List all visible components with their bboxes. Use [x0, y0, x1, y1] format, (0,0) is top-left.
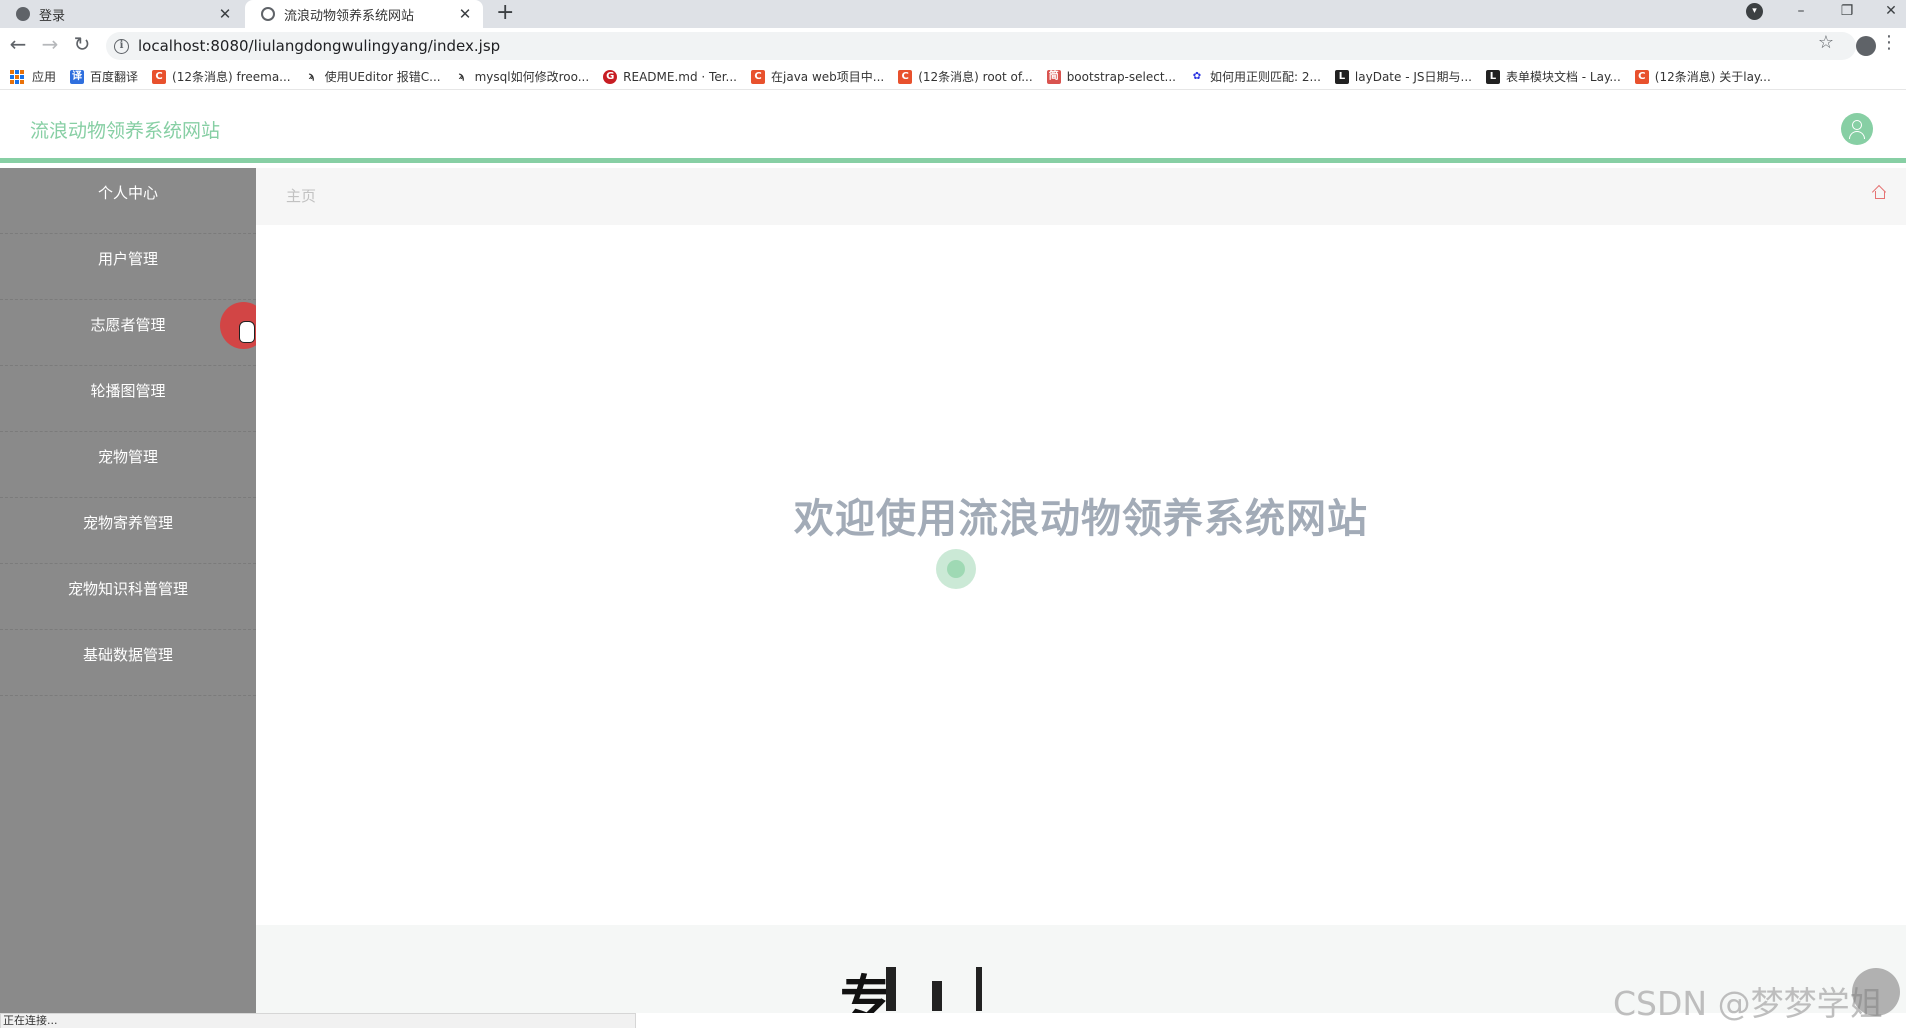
forward-icon[interactable]: →	[38, 32, 62, 56]
csdn-icon: C	[751, 69, 765, 84]
baidu-icon: ✿	[1189, 69, 1204, 84]
site-favicon-icon	[261, 7, 275, 21]
bookmark-label: 表单模块文档 - Lay...	[1505, 70, 1621, 84]
sidebar: 个人中心 用户管理 志愿者管理 轮播图管理 宠物管理 宠物寄养管理 宠物知识科普…	[0, 168, 256, 1013]
bookmark-label: 百度翻译	[90, 70, 139, 84]
floating-avatar-ball	[1852, 968, 1900, 1016]
footer-glyph-stroke	[976, 967, 982, 1011]
sidebar-item-carousel[interactable]: 轮播图管理	[0, 366, 256, 432]
bookmark-item[interactable]: ✿ 如何用正则匹配: 2...	[1189, 68, 1321, 85]
restore-icon[interactable]: ❐	[1832, 0, 1862, 28]
minimize-icon[interactable]: –	[1786, 0, 1816, 28]
info-icon[interactable]: i	[114, 38, 129, 54]
profile-icon[interactable]	[1856, 36, 1876, 56]
close-window-icon[interactable]: ✕	[1876, 0, 1906, 28]
tab-close-icon[interactable]: ✕	[217, 5, 233, 23]
url-text: localhost:8080/liulangdongwulingyang/ind…	[138, 37, 501, 55]
bookmark-item[interactable]: L layDate - JS日期与...	[1334, 68, 1472, 85]
bookmark-item[interactable]: L 表单模块文档 - Lay...	[1485, 68, 1621, 85]
tab-close-icon[interactable]: ✕	[457, 5, 473, 23]
breadcrumb-bar: 主页	[256, 168, 1906, 225]
bookmark-label: (12条消息) 关于lay...	[1654, 70, 1771, 84]
footer-glyph-stroke	[932, 981, 942, 1011]
reload-icon[interactable]: ↻	[70, 32, 94, 56]
bookmark-item[interactable]: 译 百度翻译	[70, 68, 138, 85]
bird-icon: ϡ	[304, 69, 319, 84]
tab-title: 流浪动物领养系统网站	[284, 8, 415, 24]
csdn-watermark: CSDN @梦梦学姐	[1613, 984, 1883, 1023]
globe-icon	[16, 7, 30, 21]
sidebar-item-pets[interactable]: 宠物管理	[0, 432, 256, 498]
bookmark-label: (12条消息) freema...	[172, 70, 291, 84]
bookmark-label: bootstrap-select...	[1066, 69, 1176, 84]
bookmark-item[interactable]: C (12条消息) 关于lay...	[1634, 68, 1771, 85]
sidebar-item-profile[interactable]: 个人中心	[0, 168, 256, 234]
new-tab-button[interactable]: +	[496, 0, 514, 28]
bookmark-item[interactable]: C (12条消息) freema...	[152, 68, 291, 85]
main-content: 主页 欢迎使用流浪动物领养系统网站 专	[256, 168, 1906, 1013]
layui-icon: L	[1334, 69, 1349, 84]
breadcrumb[interactable]: 主页	[286, 185, 316, 206]
footer-glyph-stroke	[886, 967, 896, 1011]
sidebar-item-pet-knowledge[interactable]: 宠物知识科普管理	[0, 564, 256, 630]
sidebar-item-volunteers[interactable]: 志愿者管理	[0, 300, 256, 366]
csdn-icon: C	[1634, 69, 1649, 84]
address-bar-row: ← → ↻ i localhost:8080/liulangdongwuling…	[0, 28, 1906, 64]
bookmark-label: mysql如何修改roo...	[474, 70, 590, 84]
browser-status-bar: 正在连接...	[0, 1013, 636, 1028]
bookmark-item[interactable]: G README.md · Ter...	[603, 69, 737, 84]
tab-site[interactable]: 流浪动物领养系统网站 ✕	[245, 0, 483, 28]
back-icon[interactable]: ←	[6, 32, 30, 56]
bookmarks-bar: 应用 译 百度翻译 C (12条消息) freema... ϡ 使用UEdito…	[0, 64, 1906, 90]
bookmark-label: 如何用正则匹配: 2...	[1209, 70, 1321, 84]
layui-icon: L	[1485, 69, 1500, 84]
hand-cursor-icon	[239, 321, 255, 343]
bookmark-label: README.md · Ter...	[623, 69, 737, 84]
bookmark-label: layDate - JS日期与...	[1354, 70, 1472, 84]
site-title: 流浪动物领养系统网站	[30, 120, 221, 142]
tab-title: 登录	[39, 8, 66, 24]
bookmark-item[interactable]: ϡ 使用UEditor 报错C...	[304, 68, 441, 85]
csdn-icon: C	[152, 69, 167, 84]
sidebar-item-users[interactable]: 用户管理	[0, 234, 256, 300]
app-header: 流浪动物领养系统网站	[0, 90, 1906, 163]
baidu-translate-icon: 译	[70, 69, 85, 84]
home-icon[interactable]	[1872, 185, 1886, 199]
tab-search-icon[interactable]: ▾	[1746, 3, 1763, 20]
csdn-icon: C	[898, 69, 913, 84]
bookmark-item[interactable]: 简 bootstrap-select...	[1046, 69, 1176, 84]
bookmark-item[interactable]: C (12条消息) root of...	[898, 68, 1033, 85]
url-input[interactable]: i localhost:8080/liulangdongwulingyang/i…	[106, 32, 1856, 60]
footer-obscured-region	[940, 963, 1240, 1011]
bookmark-item[interactable]: ϡ mysql如何修改roo...	[454, 68, 590, 85]
bookmark-apps[interactable]: 应用	[10, 68, 56, 85]
sidebar-item-pet-fostering[interactable]: 宠物寄养管理	[0, 498, 256, 564]
apps-icon	[10, 69, 24, 84]
bookmark-label: (12条消息) root of...	[918, 70, 1033, 84]
bird-icon: ϡ	[454, 69, 469, 84]
welcome-heading: 欢迎使用流浪动物领养系统网站	[794, 496, 1368, 542]
sidebar-item-basic-data[interactable]: 基础数据管理	[0, 630, 256, 696]
bookmark-label: 使用UEditor 报错C...	[324, 70, 441, 84]
bookmark-item[interactable]: C 在java web项目中...	[751, 68, 884, 85]
bookmark-label: 应用	[32, 70, 57, 84]
menu-kebab-icon[interactable]: ⋮	[1880, 32, 1898, 53]
book-icon: 简	[1046, 69, 1061, 84]
browser-tab-strip: 登录 ✕ 流浪动物领养系统网站 ✕ + ▾ – ❐ ✕	[0, 0, 1906, 28]
user-avatar-icon[interactable]	[1841, 113, 1873, 145]
bookmark-label: 在java web项目中...	[771, 70, 885, 84]
loading-spinner	[936, 549, 976, 589]
bookmark-star-icon[interactable]: ☆	[1818, 32, 1834, 53]
tab-login[interactable]: 登录 ✕	[0, 0, 243, 28]
gitee-icon: G	[603, 69, 618, 84]
